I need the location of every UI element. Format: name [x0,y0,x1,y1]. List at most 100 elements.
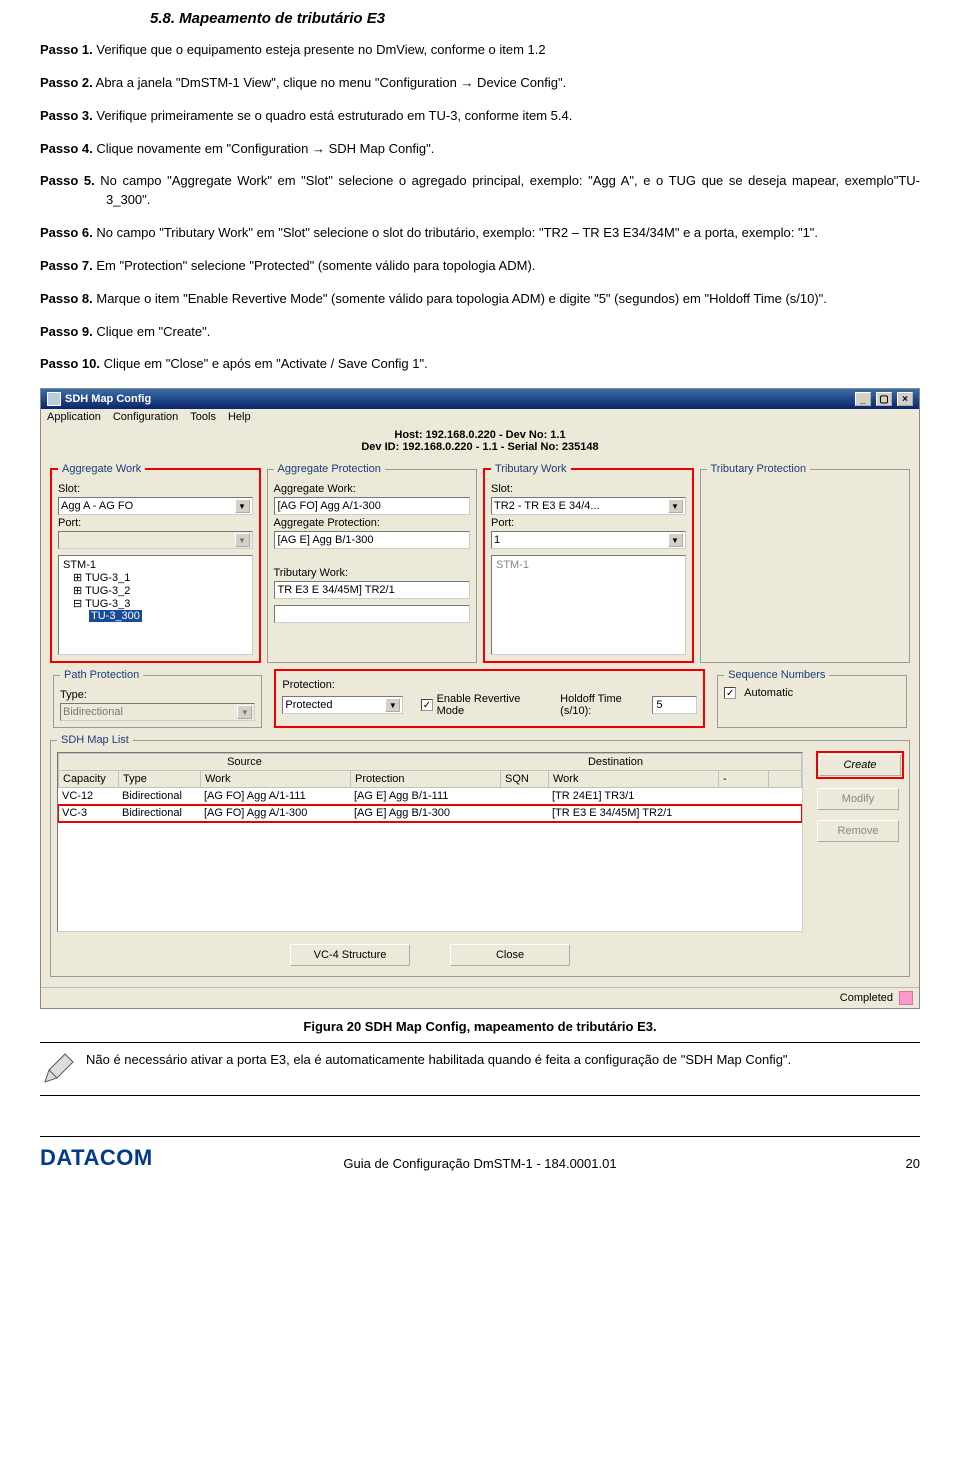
passo-4: Passo 4. Clique novamente em "Configurat… [40,140,920,159]
path-type-dropdown[interactable]: Bidirectional ▼ [60,703,255,721]
titlebar[interactable]: SDH Map Config _ ▢ × [41,389,919,409]
note-box: Não é necessário ativar a porta E3, ela … [40,1042,920,1096]
host-line: Host: 192.168.0.220 - Dev No: 1.1 [41,425,919,441]
agg-prot-aw-label: Aggregate Work: [274,483,471,495]
path-protection-legend: Path Protection [60,669,143,681]
col-sqn[interactable]: SQN [501,771,549,787]
passo-8-label: Passo 8. [40,291,93,306]
passo-2-label: Passo 2. [40,75,93,90]
col-work[interactable]: Work [201,771,351,787]
trib-work-slot-dropdown[interactable]: TR2 - TR E3 E 34/4... ▼ [491,497,686,515]
passo-3-label: Passo 3. [40,108,93,123]
tributary-protection-legend: Tributary Protection [707,463,811,475]
passo-1-label: Passo 1. [40,42,93,57]
passo-5-text: No campo "Aggregate Work" em "Slot" sele… [95,173,920,207]
passo-6-label: Passo 6. [40,225,93,240]
chevron-down-icon: ▼ [237,705,252,719]
trib-work-port-label: Port: [491,517,686,529]
holdoff-label: Holdoff Time (s/10): [560,693,648,717]
trib-work-slot-label: Slot: [491,483,686,495]
passo-2: Passo 2. Abra a janela "DmSTM-1 View", c… [40,74,920,93]
path-protection-groupbox: Path Protection Type: Bidirectional ▼ [53,669,262,728]
status-text: Completed [840,992,893,1004]
create-button[interactable]: Create [819,754,901,776]
passo-5-label: Passo 5. [40,173,95,188]
tree-item[interactable]: TUG-3_1 [85,572,130,584]
table-row[interactable]: VC-12 Bidirectional [AG FO] Agg A/1-111 … [58,788,802,805]
tributary-protection-groupbox: Tributary Protection [700,463,911,663]
protection-groupbox: Protection: Protected ▼ ✓ Enable Reverti… [274,669,705,728]
col-dest-work[interactable]: Work [549,771,719,787]
agg-prot-aw-value[interactable]: [AG FO] Agg A/1-300 [274,497,471,515]
agg-work-port-label: Port: [58,517,253,529]
footer-mid: Guia de Configuração DmSTM-1 - 184.0001.… [40,1156,920,1171]
note-pencil-icon [40,1051,76,1087]
vc4-structure-button[interactable]: VC-4 Structure [290,944,410,966]
agg-prot-tw-value[interactable]: TR E3 E 34/45M] TR2/1 [274,581,471,599]
path-type-value: Bidirectional [63,706,123,718]
passo-9-label: Passo 9. [40,324,93,339]
map-table[interactable]: Source Destination Capacity Type Work Pr… [57,752,803,932]
agg-work-slot-value: Agg A - AG FO [61,500,133,512]
page-footer: DATACOM Guia de Configuração DmSTM-1 - 1… [40,1136,920,1171]
trib-work-port-dropdown[interactable]: 1 ▼ [491,531,686,549]
chevron-down-icon: ▼ [668,533,683,547]
trib-work-slot-value: TR2 - TR E3 E 34/4... [494,500,600,512]
col-dash[interactable]: - [719,771,769,787]
close-dialog-button[interactable]: Close [450,944,570,966]
agg-prot-ap-value[interactable]: [AG E] Agg B/1-300 [274,531,471,549]
tree-item[interactable]: STM-1 [63,559,248,571]
passo-4-text: Clique novamente em "Configuration → SDH… [93,141,435,156]
col-capacity[interactable]: Capacity [59,771,119,787]
app-icon [47,392,61,406]
passo-6-text: No campo "Tributary Work" em "Slot" sele… [93,225,818,240]
col-group-dest: Destination [430,756,801,768]
passo-7-label: Passo 7. [40,258,93,273]
agg-work-tree[interactable]: STM-1 ⊞ TUG-3_1 ⊞ TUG-3_2 ⊟ TUG-3_3 TU-3… [58,555,253,655]
close-button[interactable]: × [897,392,913,406]
chevron-down-icon: ▼ [235,533,250,547]
agg-prot-blank-value[interactable] [274,605,471,623]
figure-caption: Figura 20 SDH Map Config, mapeamento de … [40,1019,920,1034]
passo-1: Passo 1. Verifique que o equipamento est… [40,41,920,60]
agg-work-port-dropdown[interactable]: ▼ [58,531,253,549]
menu-tools[interactable]: Tools [190,411,216,423]
maximize-button[interactable]: ▢ [876,392,892,406]
enable-revertive-checkbox[interactable]: ✓ Enable Revertive Mode [421,693,542,717]
tree-item-selected[interactable]: TU-3_300 [89,610,142,622]
passo-2-text: Abra a janela "DmSTM-1 View", clique no … [93,75,566,90]
menu-application[interactable]: Application [47,411,101,423]
automatic-checkbox[interactable]: ✓ Automatic [724,687,900,699]
col-protection[interactable]: Protection [351,771,501,787]
table-row[interactable]: VC-3 Bidirectional [AG FO] Agg A/1-300 [… [58,805,802,822]
chevron-down-icon: ▼ [235,499,250,513]
minimize-button[interactable]: _ [855,392,871,406]
agg-prot-ap-label: Aggregate Protection: [274,517,471,529]
section-title: 5.8. Mapeamento de tributário E3 [150,10,920,27]
passo-8: Passo 8. Marque o item "Enable Revertive… [40,290,920,309]
passo-9-text: Clique em "Create". [93,324,211,339]
tree-item[interactable]: TUG-3_2 [85,585,130,597]
path-type-label: Type: [60,689,255,701]
sdh-map-list-groupbox: SDH Map List Source Destination Capacity… [50,734,910,977]
modify-button[interactable]: Modify [817,788,899,810]
holdoff-input[interactable]: 5 [652,696,697,714]
agg-work-slot-dropdown[interactable]: Agg A - AG FO ▼ [58,497,253,515]
trib-work-tree[interactable]: STM-1 [491,555,686,655]
menu-help[interactable]: Help [228,411,251,423]
tributary-work-groupbox: Tributary Work Slot: TR2 - TR E3 E 34/4.… [483,463,694,663]
tree-item[interactable]: TUG-3_3 [85,598,130,610]
col-type[interactable]: Type [119,771,201,787]
note-text: Não é necessário ativar a porta E3, ela … [86,1051,791,1087]
passo-3-text: Verifique primeiramente se o quadro está… [93,108,573,123]
menu-configuration[interactable]: Configuration [113,411,178,423]
passo-6: Passo 6. No campo "Tributary Work" em "S… [40,224,920,243]
agg-work-slot-label: Slot: [58,483,253,495]
devid-line: Dev ID: 192.168.0.220 - 1.1 - Serial No:… [41,441,919,459]
chevron-down-icon: ▼ [385,698,400,712]
protection-dropdown[interactable]: Protected ▼ [282,696,403,714]
passo-7: Passo 7. Em "Protection" selecione "Prot… [40,257,920,276]
passo-10-label: Passo 10. [40,356,100,371]
remove-button[interactable]: Remove [817,820,899,842]
sdh-map-list-legend: SDH Map List [57,734,133,746]
